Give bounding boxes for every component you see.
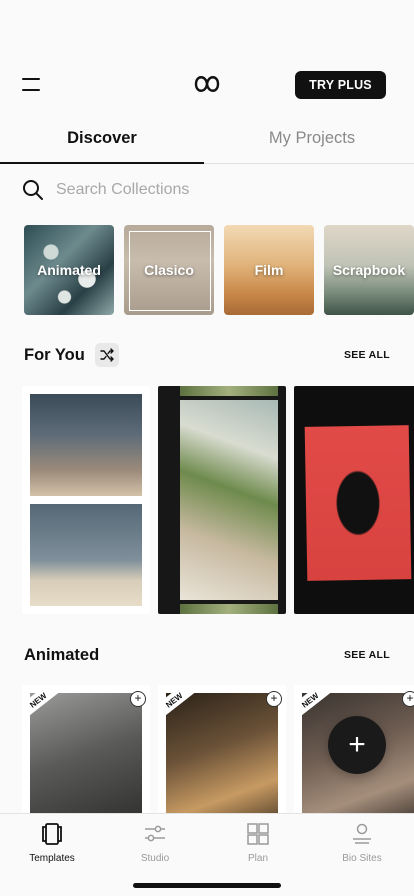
collection-label: Film bbox=[254, 262, 284, 278]
template-card[interactable] bbox=[158, 386, 286, 614]
template-card[interactable]: NEW + bbox=[158, 685, 286, 815]
collection-animated[interactable]: Animated bbox=[24, 225, 114, 315]
see-all-link[interactable]: SEE ALL bbox=[344, 349, 390, 361]
collections-row: Animated Clasico Film Scrapbook bbox=[24, 225, 414, 315]
template-card[interactable] bbox=[294, 386, 414, 614]
add-icon[interactable]: + bbox=[130, 691, 146, 707]
try-plus-button[interactable]: TRY PLUS bbox=[295, 71, 386, 99]
collection-clasico[interactable]: Clasico bbox=[124, 225, 214, 315]
template-card[interactable] bbox=[22, 386, 150, 614]
tab-label: Bio Sites bbox=[342, 853, 382, 864]
tab-my-projects[interactable]: My Projects bbox=[210, 112, 414, 164]
unfold-logo-icon bbox=[194, 76, 220, 92]
template-photo bbox=[30, 504, 142, 606]
top-header: TRY PLUS bbox=[0, 60, 414, 108]
search-icon[interactable] bbox=[22, 179, 44, 201]
for-you-header: For You SEE ALL bbox=[24, 343, 390, 367]
collection-film[interactable]: Film bbox=[224, 225, 314, 315]
template-photo bbox=[30, 693, 142, 815]
templates-icon bbox=[42, 823, 62, 845]
add-icon[interactable]: + bbox=[266, 691, 282, 707]
template-photo bbox=[166, 693, 278, 815]
collection-scrapbook[interactable]: Scrapbook bbox=[324, 225, 414, 315]
tab-templates[interactable]: Templates bbox=[0, 822, 104, 864]
film-strip bbox=[180, 386, 278, 396]
search-input[interactable] bbox=[56, 181, 376, 199]
top-tabs: Discover My Projects bbox=[0, 112, 414, 164]
tab-discover[interactable]: Discover bbox=[0, 112, 204, 164]
active-tab-indicator bbox=[0, 162, 204, 164]
collection-label: Clasico bbox=[144, 262, 194, 278]
tab-studio[interactable]: Studio bbox=[103, 822, 207, 864]
template-card[interactable]: NEW + bbox=[22, 685, 150, 815]
tab-label: Studio bbox=[140, 853, 170, 864]
grid-icon bbox=[247, 823, 269, 845]
see-all-link[interactable]: SEE ALL bbox=[344, 649, 390, 661]
tab-label: Plan bbox=[247, 853, 268, 864]
tab-bio-sites[interactable]: Bio Sites bbox=[310, 822, 414, 864]
home-indicator bbox=[133, 883, 281, 888]
search-bar bbox=[22, 174, 392, 206]
section-title: Animated bbox=[24, 645, 100, 664]
tab-label: Templates bbox=[29, 853, 75, 864]
shuffle-icon[interactable] bbox=[94, 343, 119, 367]
sliders-icon bbox=[145, 825, 165, 842]
template-photo bbox=[180, 400, 278, 600]
for-you-row bbox=[22, 386, 414, 614]
animated-header: Animated SEE ALL bbox=[24, 643, 390, 667]
section-title: For You bbox=[24, 345, 85, 364]
tab-plan[interactable]: Plan bbox=[206, 822, 310, 864]
person-icon bbox=[353, 823, 371, 844]
collection-label: Scrapbook bbox=[332, 262, 406, 278]
collection-label: Animated bbox=[37, 262, 101, 278]
template-photo bbox=[304, 425, 412, 581]
film-strip bbox=[180, 604, 278, 614]
create-fab-button[interactable]: + bbox=[328, 716, 386, 774]
template-photo bbox=[30, 394, 142, 496]
hamburger-icon[interactable] bbox=[22, 76, 42, 92]
add-icon[interactable]: + bbox=[402, 691, 414, 707]
